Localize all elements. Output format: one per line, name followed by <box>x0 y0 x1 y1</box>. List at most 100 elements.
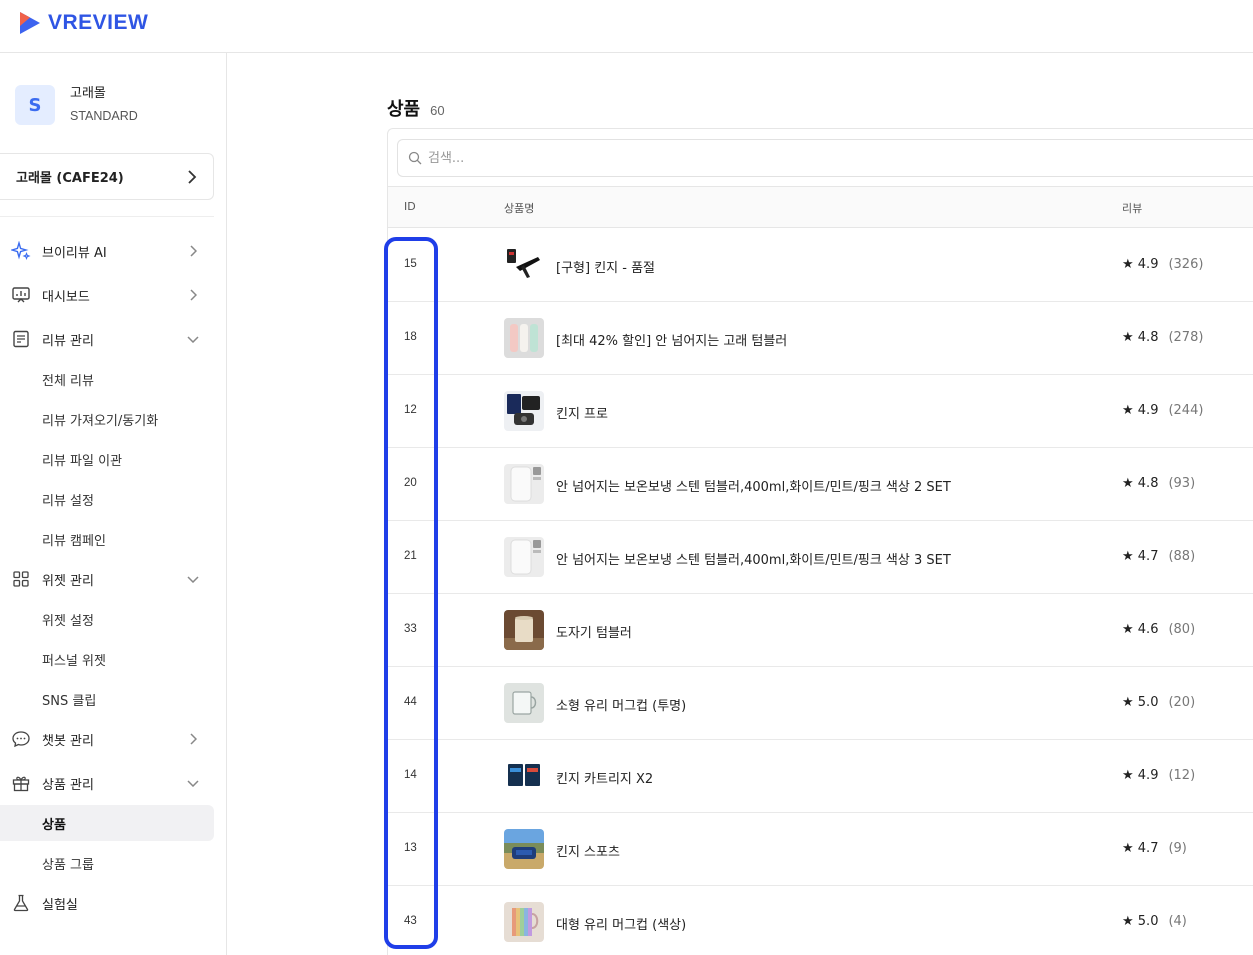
review-rating: ★ 4.6 (80) <box>1122 622 1195 637</box>
store-selector-button[interactable]: 고래몰 (CAFE24) <box>0 153 214 200</box>
product-name[interactable]: 도자기 텀블러 <box>556 622 632 641</box>
review-count: (326) <box>1168 257 1204 272</box>
table-row[interactable]: 33 도자기 텀블러 ★ 4.6 (80) <box>388 594 1253 667</box>
sidebar-item-label: 위젯 설정 <box>42 613 94 629</box>
sidebar-item-label: 상품 관리 <box>42 777 94 793</box>
sidebar-item-dashboard[interactable]: 대시보드 <box>0 277 214 313</box>
review-rating: ★ 5.0 (4) <box>1122 914 1187 929</box>
search-input[interactable] <box>428 150 1128 166</box>
table-row[interactable]: 44 소형 유리 머그컵 (투명) ★ 5.0 (20) <box>388 667 1253 740</box>
sidebar-item-label: 브이리뷰 AI <box>42 245 107 261</box>
rating-score: ★ 5.0 <box>1122 695 1159 710</box>
page-title-text: 상품 <box>387 99 421 120</box>
sidebar-item-label: 리뷰 캠페인 <box>42 533 106 549</box>
sidebar-item-products[interactable]: 상품 <box>0 805 214 841</box>
table-row[interactable]: 18 [최대 42% 할인] 안 넘어지는 고래 텀블러 ★ 4.8 (278) <box>388 302 1253 375</box>
sidebar-item-review-import[interactable]: 리뷰 가져오기/동기화 <box>0 401 214 437</box>
widget-icon <box>11 569 31 589</box>
page-title: 상품 60 <box>387 95 445 121</box>
table-row[interactable]: 21 안 넘어지는 보온보냉 스텐 텀블러,400ml,화이트/민트/핑크 색상… <box>388 521 1253 594</box>
product-name[interactable]: 킨지 스포츠 <box>556 841 620 860</box>
product-thumbnail <box>504 683 544 723</box>
chevron-down-icon <box>186 332 200 346</box>
sparkle-icon <box>11 241 31 261</box>
sidebar-item-label: 상품 <box>42 817 66 833</box>
sidebar-item-review-mgmt[interactable]: 리뷰 관리 <box>0 321 214 357</box>
account-info: S 고래몰 STANDARD <box>15 85 138 125</box>
avatar: S <box>15 85 55 125</box>
review-count: (80) <box>1168 622 1196 637</box>
review-rating: ★ 4.8 (278) <box>1122 330 1203 345</box>
table-row[interactable]: 20 안 넘어지는 보온보냉 스텐 텀블러,400ml,화이트/민트/핑크 색상… <box>388 448 1253 521</box>
dashboard-icon <box>11 285 31 305</box>
review-count: (12) <box>1168 768 1196 783</box>
product-name[interactable]: 소형 유리 머그컵 (투명) <box>556 695 686 714</box>
account-plan: STANDARD <box>70 109 138 123</box>
product-thumbnail <box>504 610 544 650</box>
sidebar-item-sns-clip[interactable]: SNS 클립 <box>0 681 214 717</box>
product-name[interactable]: [최대 42% 할인] 안 넘어지는 고래 텀블러 <box>556 330 787 349</box>
review-rating: ★ 5.0 (20) <box>1122 695 1195 710</box>
column-header-name[interactable]: 상품명 <box>504 200 534 216</box>
chat-icon <box>11 729 31 749</box>
rating-score: ★ 4.9 <box>1122 403 1159 418</box>
chevron-down-icon <box>186 572 200 586</box>
product-id: 13 <box>404 842 417 854</box>
review-count: (244) <box>1168 403 1204 418</box>
product-name[interactable]: 킨지 카트리지 X2 <box>556 768 653 787</box>
sidebar-item-lab[interactable]: 실험실 <box>0 885 214 921</box>
rating-score: ★ 4.7 <box>1122 549 1159 564</box>
sidebar-item-personal-widget[interactable]: 퍼스널 위젯 <box>0 641 214 677</box>
sidebar-item-ai[interactable]: 브이리뷰 AI <box>0 233 214 269</box>
chevron-right-icon <box>186 288 200 302</box>
table-row[interactable]: 13 킨지 스포츠 ★ 4.7 (9) <box>388 813 1253 886</box>
table-row[interactable]: 43 대형 유리 머그컵 (색상) ★ 5.0 (4) <box>388 886 1253 955</box>
store-label: 고래몰 (CAFE24) <box>16 171 124 186</box>
sidebar-item-product-group[interactable]: 상품 그룹 <box>0 845 214 881</box>
review-icon <box>11 329 31 349</box>
rating-score: ★ 4.8 <box>1122 330 1159 345</box>
account-name: 고래몰 <box>70 86 106 101</box>
sidebar-item-review-settings[interactable]: 리뷰 설정 <box>0 481 214 517</box>
sidebar-item-widget-settings[interactable]: 위젯 설정 <box>0 601 214 637</box>
sidebar-item-label: 리뷰 설정 <box>42 493 94 509</box>
product-name[interactable]: 안 넘어지는 보온보냉 스텐 텀블러,400ml,화이트/민트/핑크 색상 2 … <box>556 476 951 495</box>
product-thumbnail <box>504 391 544 431</box>
product-thumbnail <box>504 464 544 504</box>
product-name[interactable]: 킨지 프로 <box>556 403 608 422</box>
brand-logo[interactable]: VREVIEW <box>18 10 148 36</box>
sidebar-item-product-mgmt[interactable]: 상품 관리 <box>0 765 214 801</box>
rating-score: ★ 4.7 <box>1122 841 1159 856</box>
table-row[interactable]: 14 킨지 카트리지 X2 ★ 4.9 (12) <box>388 740 1253 813</box>
sidebar-item-label: 챗봇 관리 <box>42 733 94 749</box>
product-name[interactable]: [구형] 킨지 - 품절 <box>556 257 655 276</box>
review-count: (9) <box>1168 841 1187 856</box>
product-id: 21 <box>404 550 417 562</box>
product-id: 33 <box>404 623 417 635</box>
sidebar-item-review-all[interactable]: 전체 리뷰 <box>0 361 214 397</box>
product-thumbnail <box>504 318 544 358</box>
product-id: 20 <box>404 477 417 489</box>
rating-score: ★ 4.9 <box>1122 257 1159 272</box>
product-count: 60 <box>430 103 445 118</box>
sidebar-item-label: 대시보드 <box>42 289 90 305</box>
product-id: 14 <box>404 769 417 781</box>
table-row[interactable]: 12 킨지 프로 ★ 4.9 (244) <box>388 375 1253 448</box>
column-header-id[interactable]: ID <box>404 200 416 213</box>
search-box[interactable] <box>397 139 1253 177</box>
sidebar-item-review-file[interactable]: 리뷰 파일 이관 <box>0 441 214 477</box>
sidebar-item-label: 위젯 관리 <box>42 573 94 589</box>
table-row[interactable]: 15 [구형] 킨지 - 품절 ★ 4.9 (326) <box>388 229 1253 302</box>
column-header-review[interactable]: 리뷰 <box>1122 200 1142 216</box>
sidebar-item-chatbot[interactable]: 챗봇 관리 <box>0 721 214 757</box>
product-thumbnail <box>504 902 544 942</box>
review-count: (93) <box>1168 476 1196 491</box>
chevron-down-icon <box>186 776 200 790</box>
product-name[interactable]: 안 넘어지는 보온보냉 스텐 텀블러,400ml,화이트/민트/핑크 색상 3 … <box>556 549 951 568</box>
sidebar-item-label: 전체 리뷰 <box>42 373 94 389</box>
sidebar-item-label: 리뷰 파일 이관 <box>42 453 123 469</box>
product-name[interactable]: 대형 유리 머그컵 (색상) <box>556 914 686 933</box>
sidebar-item-review-campaign[interactable]: 리뷰 캠페인 <box>0 521 214 557</box>
sidebar-item-widget-mgmt[interactable]: 위젯 관리 <box>0 561 214 597</box>
sidebar-item-label: 실험실 <box>42 897 78 913</box>
